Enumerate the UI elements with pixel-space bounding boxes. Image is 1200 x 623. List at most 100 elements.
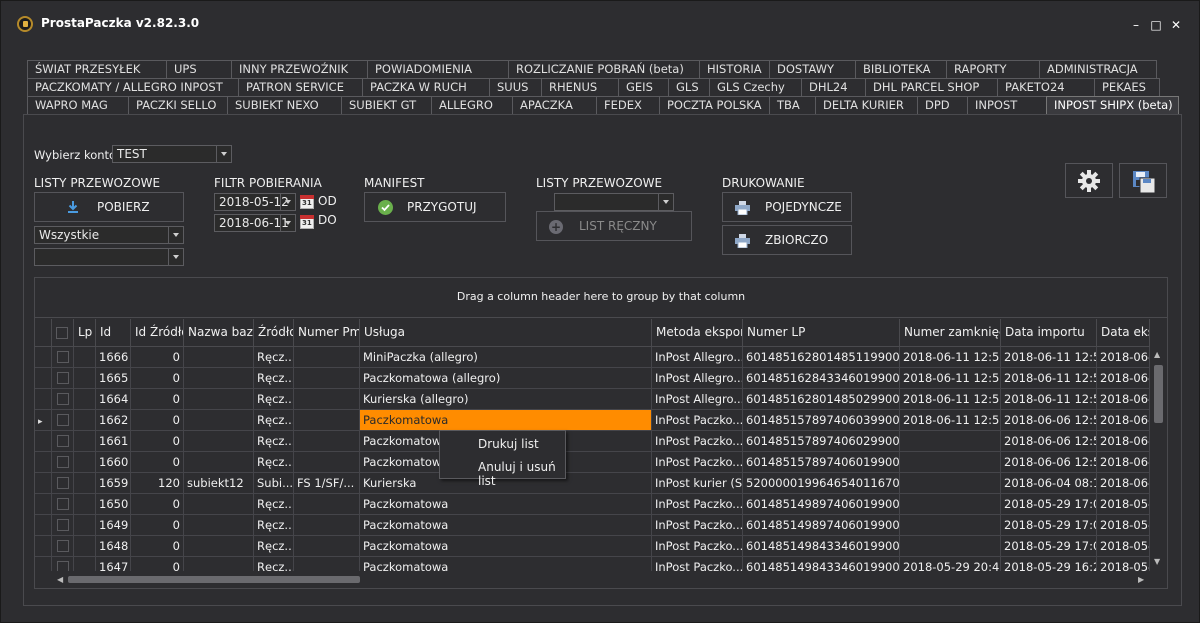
cell-baza[interactable] [184,368,254,389]
tab-dhl-parcel-shop[interactable]: DHL PARCEL SHOP [865,78,998,96]
cell-zrodlo[interactable]: Ręcz... [254,536,294,557]
settings-button[interactable] [1065,163,1113,198]
cell-zr[interactable]: 0 [131,515,184,536]
horizontal-scroll-thumb[interactable] [68,576,360,583]
status-filter-select[interactable]: Wszystkie [34,226,184,244]
row-checkbox-cell[interactable] [52,494,74,515]
cell-baza[interactable] [184,410,254,431]
cell-zr[interactable]: 0 [131,389,184,410]
cell-id[interactable]: 1664 [96,389,131,410]
cell-import[interactable]: 2018-06-11 12:50 [1001,389,1097,410]
column-header[interactable]: Id [96,319,131,347]
tab-gls-czechy[interactable]: GLS Czechy [709,78,802,96]
cell-zamk[interactable] [900,431,1001,452]
cell-zamk[interactable] [900,452,1001,473]
row-checkbox[interactable] [57,519,69,531]
tab-rhenus[interactable]: RHENUS [541,78,619,96]
select-all-checkbox[interactable] [56,327,68,339]
row-checkbox[interactable] [57,414,69,426]
cell-lp[interactable] [74,431,96,452]
print-single-button[interactable]: POJEDYNCZE [722,192,852,222]
cell-lp[interactable]: 601485162843346019900046 [743,368,900,389]
tab-poczta-polska[interactable]: POCZTA POLSKA [659,96,770,114]
table-row[interactable]: 1665 0 Ręcz... Paczkomatowa (allegro) InPost… [35,368,1150,389]
przygotuj-button[interactable]: PRZYGOTUJ [364,192,506,222]
cell-baza[interactable] [184,389,254,410]
cell-metoda[interactable]: InPost Paczko... [652,494,743,515]
cell-metoda[interactable]: InPost Paczko... [652,410,743,431]
column-header[interactable]: Numer zamknięcia [900,319,1001,347]
row-checkbox[interactable] [57,435,69,447]
cell-import[interactable]: 2018-06-06 12:50 [1001,431,1097,452]
table-row[interactable]: 1648 0 Ręcz... Paczkomatowa InPost Paczko...… [35,536,1150,557]
cell-zrodlo[interactable]: Ręcz... [254,389,294,410]
cell-pms[interactable] [294,536,360,557]
table-row[interactable]: 1659 120 subiekt12 Subi... FS 1/SF/... Kurier… [35,473,1150,494]
scroll-down-icon[interactable]: ▼ [1154,557,1160,566]
cell-eksp[interactable]: 2018-05-2 [1097,536,1150,557]
cell-usluga[interactable]: Paczkomatowa [360,536,652,557]
cell-pms[interactable] [294,431,360,452]
cell-zamk[interactable] [900,494,1001,515]
cell-import[interactable]: 2018-06-11 12:53 [1001,347,1097,368]
cell-lp[interactable] [74,368,96,389]
print-batch-button[interactable]: ZBIORCZO [722,225,852,255]
cell-usluga[interactable]: Paczkomatowa [360,410,652,431]
cell-usluga[interactable]: Paczkomatowa [360,515,652,536]
cell-lp[interactable] [74,452,96,473]
tab-raporty[interactable]: RAPORTY [946,60,1040,78]
save-button[interactable] [1119,163,1167,198]
cell-usluga[interactable]: Paczkomatowa (allegro) [360,368,652,389]
vertical-scroll-thumb[interactable] [1154,365,1163,423]
group-by-panel[interactable]: Drag a column header here to group by th… [35,278,1167,318]
cell-pms[interactable]: FS 1/SF/... [294,473,360,494]
date-to-picker[interactable]: 2018-06-11 [214,214,296,232]
cell-import[interactable]: 2018-06-11 12:51 [1001,368,1097,389]
row-checkbox-cell[interactable] [52,515,74,536]
tab-powiadomienia[interactable]: POWIADOMIENIA [367,60,509,78]
row-checkbox-cell[interactable] [52,452,74,473]
scroll-left-icon[interactable]: ◀ [57,575,63,584]
scroll-right-icon[interactable]: ▶ [1138,575,1144,584]
table-row[interactable]: 1660 0 Ręcz... Paczkomatowa InPost Paczko...… [35,452,1150,473]
shipments-grid[interactable]: Drag a column header here to group by th… [34,277,1168,589]
cell-zamk[interactable]: 2018-06-11 12:56 [900,410,1001,431]
cell-lp[interactable] [74,515,96,536]
row-checkbox[interactable] [57,498,69,510]
cell-baza[interactable] [184,515,254,536]
cell-lp[interactable]: 601485157897406029900010 [743,431,900,452]
cell-id[interactable]: 1649 [96,515,131,536]
cell-eksp[interactable]: 2018-05-2 [1097,515,1150,536]
cell-eksp[interactable]: 2018-06-0 [1097,410,1150,431]
cell-eksp[interactable]: 2018-06-0 [1097,452,1150,473]
select-all-header[interactable] [52,319,74,347]
column-header[interactable]: Usługa [360,319,652,347]
cell-id[interactable]: 1666 [96,347,131,368]
scroll-up-icon[interactable]: ▲ [1154,350,1160,359]
cell-zrodlo[interactable]: Subi... [254,473,294,494]
row-checkbox[interactable] [57,393,69,405]
tab-allegro[interactable]: ALLEGRO [431,96,513,114]
row-checkbox[interactable] [57,456,69,468]
tab-pekaes[interactable]: PEKAES [1094,78,1160,96]
cell-usluga[interactable]: Paczkomatowa [360,494,652,515]
pobierz-button[interactable]: POBIERZ [34,192,184,222]
cell-zr[interactable]: 0 [131,536,184,557]
cell-baza[interactable]: subiekt12 [184,473,254,494]
cell-metoda[interactable]: InPost Paczko... [652,452,743,473]
tab-rozliczanie-pobrań-beta[interactable]: ROZLICZANIE POBRAŃ (beta) [508,60,700,78]
calendar-icon[interactable] [300,215,314,229]
cell-lp[interactable]: 601485162801485029900045 [743,389,900,410]
cell-lp[interactable]: 520000019964654011670729 [743,473,900,494]
tab-tba[interactable]: TBA [769,96,816,114]
tab-delta-kurier[interactable]: DELTA KURIER [815,96,918,114]
cell-metoda[interactable]: InPost Paczko... [652,431,743,452]
tab-inny-przewoźnik[interactable]: INNY PRZEWOŹNIK [231,60,368,78]
row-checkbox-cell[interactable] [52,347,74,368]
cell-zr[interactable]: 0 [131,410,184,431]
cell-import[interactable]: 2018-06-04 08:17 [1001,473,1097,494]
cell-lp[interactable] [74,473,96,494]
cell-baza[interactable] [184,452,254,473]
cell-pms[interactable] [294,452,360,473]
tab-suus[interactable]: SUUS [489,78,542,96]
